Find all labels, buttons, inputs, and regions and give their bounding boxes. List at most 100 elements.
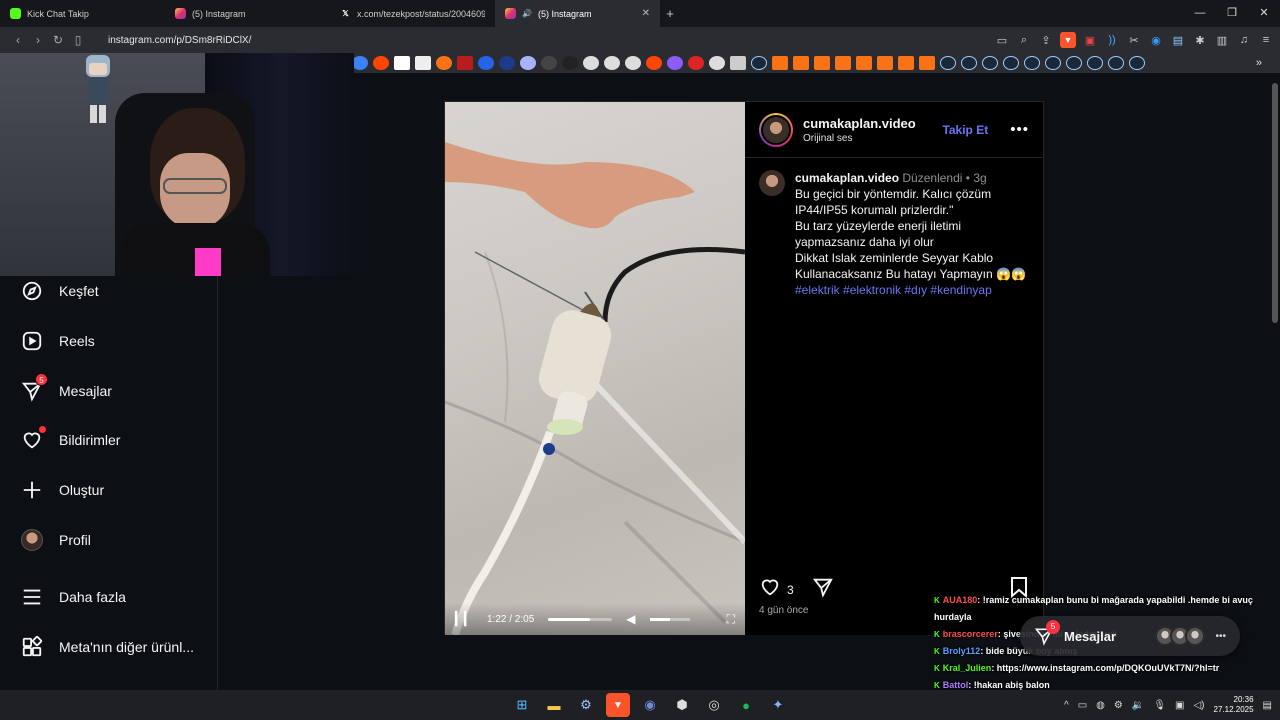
bookmark-icon[interactable] — [856, 56, 872, 70]
share-icon[interactable]: ⇪ — [1038, 32, 1054, 48]
bookmark-icon[interactable] — [667, 56, 683, 70]
tab-close-icon[interactable]: ✕ — [642, 8, 650, 19]
brave-browser-icon[interactable]: ▼ — [606, 693, 630, 717]
app-icon[interactable]: ⬢ — [670, 693, 694, 717]
zoom-icon[interactable]: ⌕ — [1016, 32, 1032, 48]
bookmark-icon[interactable] — [478, 56, 494, 70]
new-tab-button[interactable]: + — [660, 6, 680, 21]
follow-button[interactable]: Takip Et — [942, 123, 988, 137]
steam-icon[interactable] — [1024, 56, 1040, 70]
bookmark-icon[interactable] — [919, 56, 935, 70]
app-icon[interactable]: ✦ — [766, 693, 790, 717]
discord-icon[interactable]: ◉ — [638, 693, 662, 717]
spotify-icon[interactable]: ● — [734, 693, 758, 717]
bookmark-icon[interactable] — [625, 56, 641, 70]
extension-icon[interactable]: ▣ — [1082, 32, 1098, 48]
bookmark-icon[interactable] — [394, 56, 410, 70]
bookmark-icon[interactable] — [709, 56, 725, 70]
bookmark-icon[interactable] — [877, 56, 893, 70]
steam-icon[interactable] — [940, 56, 956, 70]
bookmark-icon[interactable] — [499, 56, 515, 70]
maximize-button[interactable]: ❐ — [1216, 0, 1248, 27]
like-icon[interactable] — [759, 576, 781, 603]
bookmark-icon[interactable] — [436, 56, 452, 70]
bookmark-icon[interactable] — [688, 56, 704, 70]
extension-icon[interactable]: ✂ — [1126, 32, 1142, 48]
extension-icon[interactable]: ◉ — [1148, 32, 1164, 48]
url-field[interactable]: instagram.com/p/DSm8rRiDClX/ — [108, 35, 251, 46]
reload-icon[interactable]: ↻ — [48, 33, 68, 47]
windows-start-icon[interactable]: ⊞ — [510, 693, 534, 717]
messages-pill[interactable]: 5 Mesajlar ••• — [1020, 616, 1240, 656]
forward-icon[interactable]: › — [28, 33, 48, 47]
bookmark-icon[interactable] — [772, 56, 788, 70]
brave-shield-icon[interactable]: ▼ — [1060, 32, 1076, 48]
bookmark-icon[interactable] — [646, 56, 662, 70]
bookmark-icon[interactable] — [457, 56, 473, 70]
folder-icon[interactable] — [730, 56, 746, 70]
steam-icon[interactable] — [1045, 56, 1061, 70]
microphone-icon[interactable]: 🎙 — [1153, 700, 1166, 711]
steam-icon[interactable] — [1108, 56, 1124, 70]
sidebar-item-messages[interactable]: 5 Mesajlar — [20, 373, 112, 404]
bookmark-icon[interactable] — [793, 56, 809, 70]
steam-icon[interactable] — [961, 56, 977, 70]
bookmark-icon[interactable] — [352, 56, 368, 70]
steam-icon[interactable] — [1087, 56, 1103, 70]
bookmark-icon[interactable] — [373, 56, 389, 70]
caption-hashtags[interactable]: #elektrik #elektronik #dıy #kendinyap — [795, 282, 1029, 298]
extensions-puzzle-icon[interactable]: ✱ — [1192, 32, 1208, 48]
scrollbar-thumb[interactable] — [1272, 83, 1278, 323]
steam-icon[interactable] — [751, 56, 767, 70]
video-player[interactable]: ▎▎ 1:22 / 2:05 ◀ ⛶ — [445, 102, 745, 635]
video-progress-bar[interactable] — [548, 617, 613, 621]
steam-icon[interactable]: ⚙ — [574, 693, 598, 717]
sidebar-item-create[interactable]: Oluştur — [20, 477, 104, 503]
steam-icon[interactable] — [1129, 56, 1145, 70]
network-icon[interactable]: ▣ — [1175, 700, 1184, 711]
minimize-button[interactable]: — — [1184, 0, 1216, 27]
like-count[interactable]: 3 — [787, 583, 794, 597]
app-tray-icon[interactable]: ◍ — [1096, 700, 1105, 711]
avatar[interactable] — [759, 170, 785, 196]
obs-icon[interactable]: ◎ — [702, 693, 726, 717]
sidebar-item-more[interactable]: Daha fazla — [20, 584, 126, 610]
bookmark-icon[interactable] — [898, 56, 914, 70]
sidebar-item-notifications[interactable]: Bildirimler — [20, 426, 120, 453]
sidebar-item-reels[interactable]: Reels — [20, 328, 95, 354]
sidebar-item-meta[interactable]: Meta'nın diğer ürünl... — [20, 634, 194, 660]
battery-icon[interactable]: ▭ — [1078, 700, 1087, 711]
sidebar-toggle-icon[interactable]: ▥ — [1214, 32, 1230, 48]
more-options-icon[interactable]: ••• — [1010, 121, 1029, 138]
steam-icon[interactable] — [1066, 56, 1082, 70]
bookmark-icon[interactable] — [814, 56, 830, 70]
browser-tab[interactable]: (5) Instagram — [165, 0, 330, 27]
bookmark-page-icon[interactable]: ▯ — [68, 33, 88, 47]
browser-tab-active[interactable]: 🔊 (5) Instagram ✕ — [495, 0, 660, 27]
bookmark-icon[interactable] — [541, 56, 557, 70]
steam-icon[interactable] — [1003, 56, 1019, 70]
browser-tab[interactable]: 𝕏 x.com/tezekpost/status/20046092710 — [330, 0, 495, 27]
volume-icon[interactable]: ◀ — [626, 612, 635, 626]
bookmark-icon[interactable] — [604, 56, 620, 70]
close-window-button[interactable]: ✕ — [1248, 0, 1280, 27]
more-icon[interactable]: ••• — [1215, 631, 1226, 642]
speaker-icon[interactable]: 🔉 — [1132, 700, 1144, 711]
volume-slider[interactable] — [649, 617, 690, 621]
bookmark-icon[interactable] — [415, 56, 431, 70]
story-ring-avatar[interactable] — [759, 112, 793, 147]
bookmark-icon[interactable] — [583, 56, 599, 70]
fullscreen-icon[interactable]: ⛶ — [727, 612, 735, 627]
steam-icon[interactable] — [982, 56, 998, 70]
sidebar-item-profile[interactable]: Profil — [20, 527, 91, 553]
bookmark-icon[interactable] — [520, 56, 536, 70]
media-icon[interactable]: ♫ — [1236, 32, 1252, 48]
browser-tab[interactable]: Kick Chat Takip — [0, 0, 165, 27]
chevron-up-icon[interactable]: ^ — [1064, 700, 1069, 711]
menu-icon[interactable]: ≡ — [1258, 32, 1274, 48]
notification-icon[interactable]: ▤ — [1263, 700, 1272, 711]
audio-label[interactable]: Orijinal ses — [803, 133, 916, 144]
back-icon[interactable]: ‹ — [8, 33, 28, 47]
extension-icon[interactable]: ▤ — [1170, 32, 1186, 48]
volume-icon[interactable]: ◁) — [1193, 700, 1204, 711]
